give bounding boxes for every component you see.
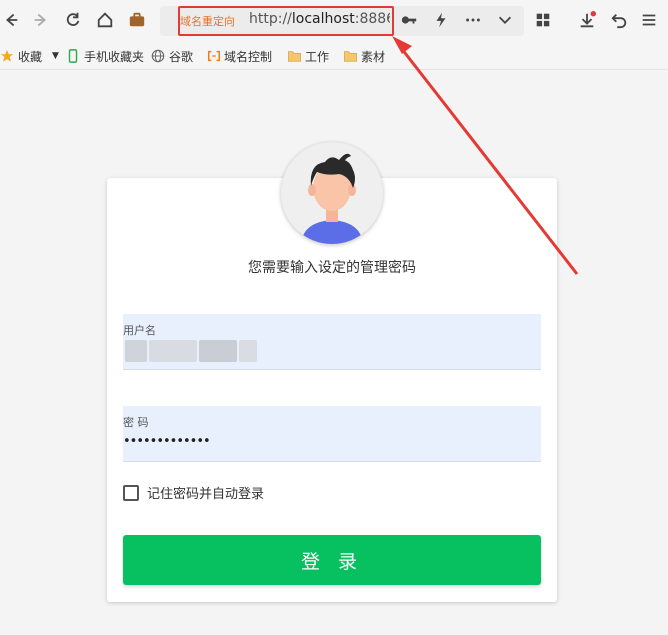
- redacted-value: [239, 340, 257, 362]
- bookmark-assets[interactable]: 素材: [343, 48, 385, 64]
- download-icon[interactable]: [576, 9, 598, 31]
- briefcase-icon[interactable]: [126, 9, 148, 31]
- phone-icon: [66, 49, 80, 63]
- login-title: 您需要输入设定的管理密码: [248, 260, 416, 276]
- folder-icon: [287, 49, 301, 63]
- bookmark-google[interactable]: 谷歌: [151, 48, 193, 64]
- apps-grid-icon[interactable]: [532, 9, 554, 31]
- avatar: [281, 142, 383, 244]
- url-highlight-box: [178, 6, 394, 36]
- username-label: 用户名: [123, 324, 156, 337]
- reload-icon[interactable]: [62, 9, 84, 31]
- bookmark-domain[interactable]: 域名控制: [206, 48, 272, 64]
- lightning-icon[interactable]: [430, 9, 452, 31]
- star-icon: [0, 49, 14, 63]
- bookmark-label: 素材: [361, 49, 386, 64]
- back-icon[interactable]: [0, 9, 22, 31]
- bookmarks-bar: 收藏 ▼ 手机收藏夹 谷歌 域名控制 工作 素材: [0, 42, 668, 70]
- bookmark-mobile[interactable]: 手机收藏夹: [66, 48, 144, 64]
- undo-icon[interactable]: [608, 9, 630, 31]
- user-avatar-icon: [301, 153, 363, 244]
- more-icon[interactable]: [462, 9, 484, 31]
- key-icon[interactable]: [398, 9, 420, 31]
- remember-label[interactable]: 记住密码并自动登录: [147, 483, 264, 502]
- remember-checkbox[interactable]: [123, 484, 139, 501]
- cloud-icon: [206, 49, 221, 63]
- bookmark-label: 收藏: [18, 49, 43, 64]
- remember-row: 记住密码并自动登录: [123, 483, 264, 502]
- folder-icon: [343, 49, 357, 63]
- bookmark-label: 工作: [305, 49, 330, 64]
- username-field[interactable]: 用户名: [123, 314, 541, 370]
- bookmark-label: 域名控制: [224, 49, 273, 64]
- bookmark-label: 谷歌: [169, 49, 194, 64]
- password-field[interactable]: 密 码 •••••••••••••: [123, 406, 541, 462]
- bookmark-work[interactable]: 工作: [287, 48, 329, 64]
- caret-down-icon: ▼: [52, 51, 59, 61]
- bookmark-label: 手机收藏夹: [84, 49, 145, 64]
- login-button[interactable]: 登 录: [123, 535, 541, 585]
- password-label: 密 码: [123, 416, 149, 429]
- browser-toolbar: 域名重定向 http://localhost:8886/: [0, 0, 668, 42]
- bookmark-favorites[interactable]: 收藏 ▼: [0, 48, 59, 64]
- chevron-down-icon[interactable]: [494, 9, 516, 31]
- redacted-value: [149, 340, 197, 362]
- globe-icon: [151, 49, 165, 63]
- password-value: •••••••••••••: [123, 434, 211, 449]
- redacted-value: [199, 340, 237, 362]
- menu-icon[interactable]: [638, 9, 660, 31]
- home-icon[interactable]: [94, 9, 116, 31]
- redacted-value: [125, 340, 147, 362]
- forward-icon[interactable]: [30, 9, 52, 31]
